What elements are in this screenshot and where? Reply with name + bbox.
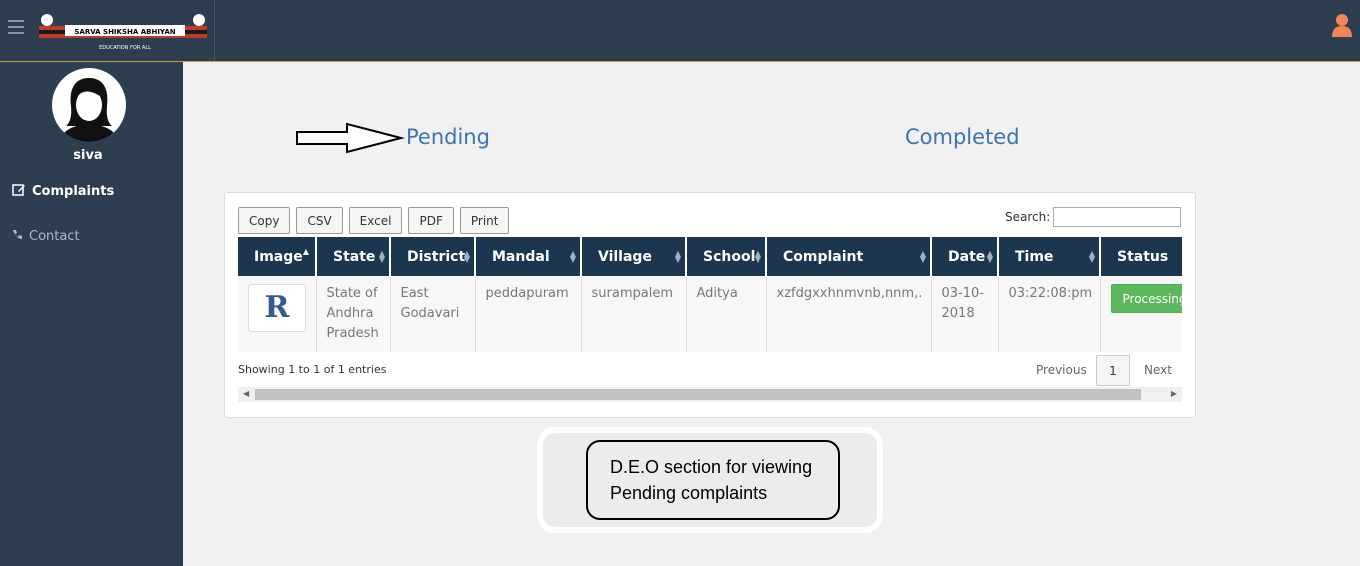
page-1-button[interactable]: 1 — [1096, 355, 1130, 386]
column-header-complaint[interactable]: Complaint ▲ ▼ — [766, 237, 932, 276]
tab-pending[interactable]: Pending — [406, 125, 490, 149]
annotation-callout: D.E.O section for viewing Pending compla… — [537, 427, 883, 533]
copy-button[interactable]: Copy — [238, 207, 291, 234]
column-header-village[interactable]: Village ▲ ▼ — [581, 237, 687, 276]
sort-asc-icon: ▲ — [302, 247, 309, 256]
column-header-date[interactable]: Date ▲ ▼ — [931, 237, 999, 276]
cell-time: 03:22:08:pm — [998, 276, 1101, 352]
annotation-box: D.E.O section for viewing Pending compla… — [586, 440, 840, 520]
tab-completed[interactable]: Completed — [905, 125, 1020, 149]
complaint-thumbnail[interactable]: R — [248, 284, 306, 332]
column-header-district[interactable]: District ▲ ▼ — [390, 237, 476, 276]
scroll-right-icon[interactable]: ▶ — [1171, 389, 1177, 398]
sort-icon: ▲ ▼ — [674, 249, 681, 264]
status-button[interactable]: Processing — [1110, 284, 1182, 313]
username: siva — [73, 148, 103, 163]
menu-toggle-icon[interactable] — [8, 20, 24, 34]
pdf-button[interactable]: PDF — [408, 207, 454, 234]
avatar — [52, 68, 126, 142]
sort-icon: ▲ ▼ — [986, 249, 993, 264]
sidebar-item-complaints[interactable]: Complaints — [12, 183, 114, 200]
previous-page-button[interactable]: Previous — [1036, 363, 1087, 377]
sidebar-item-label: Complaints — [32, 184, 115, 199]
column-header-image[interactable]: Image ▲ — [238, 237, 317, 276]
complaints-table: Image ▲ State ▲ ▼ District ▲ ▼ Mandal ▲ ▼ Villa… — [238, 237, 1182, 352]
user-icon[interactable] — [1332, 13, 1352, 41]
next-page-button[interactable]: Next — [1144, 363, 1172, 377]
search-input[interactable] — [1053, 207, 1181, 227]
logo-tagline: EDUCATION FOR ALL — [99, 45, 151, 51]
top-header: SARVA SHIKSHA ABHIYAN EDUCATION FOR ALL — [0, 0, 1360, 62]
complaints-panel: Copy CSV Excel PDF Print Search: Image ▲ … — [224, 192, 1196, 418]
annotation-line-1: D.E.O section for viewing — [610, 457, 813, 477]
sidebar-item-contact[interactable]: Contact — [12, 229, 80, 244]
cell-mandal: peddapuram — [475, 276, 582, 352]
phone-icon — [12, 229, 23, 244]
column-header-school[interactable]: School ▲ ▼ — [686, 237, 767, 276]
excel-button[interactable]: Excel — [348, 207, 403, 234]
search-label: Search: — [1005, 210, 1051, 224]
cell-state: State of Andhra Pradesh — [316, 276, 391, 352]
thumbnail-letter: R — [264, 290, 290, 325]
sort-icon: ▲ ▼ — [463, 249, 470, 264]
column-header-state[interactable]: State ▲ ▼ — [316, 237, 391, 276]
annotation-line-2: Pending complaints — [610, 483, 768, 503]
cell-complaint: xzfdgxxhnmvnb,nnm,. — [766, 276, 932, 352]
sidebar-item-label: Contact — [29, 229, 80, 244]
export-buttons: Copy CSV Excel PDF Print — [238, 207, 510, 234]
table-row: R State of Andhra Pradesh East Godavari … — [238, 276, 1182, 352]
sort-icon: ▲ ▼ — [754, 249, 761, 264]
cell-status: Processing — [1100, 276, 1182, 352]
sort-icon: ▲ ▼ — [378, 249, 385, 264]
cell-village: surampalem — [581, 276, 687, 352]
print-button[interactable]: Print — [459, 207, 510, 234]
cell-district: East Godavari — [390, 276, 476, 352]
column-header-mandal[interactable]: Mandal ▲ ▼ — [475, 237, 582, 276]
table-info: Showing 1 to 1 of 1 entries — [238, 363, 387, 376]
sort-icon: ▲ ▼ — [569, 249, 576, 264]
column-header-time[interactable]: Time ▲ ▼ — [998, 237, 1101, 276]
annotation-arrow-icon — [296, 122, 405, 154]
cell-school: Aditya — [686, 276, 767, 352]
cell-image: R — [238, 276, 317, 352]
horizontal-scrollbar[interactable]: ◀ ▶ — [238, 387, 1182, 402]
cell-date: 03-10-2018 — [931, 276, 999, 352]
column-header-status[interactable]: Status — [1100, 237, 1182, 276]
sidebar: siva Complaints Contact — [0, 62, 183, 566]
logo[interactable]: SARVA SHIKSHA ABHIYAN EDUCATION FOR ALL — [31, 0, 215, 61]
edit-icon — [12, 183, 26, 200]
csv-button[interactable]: CSV — [296, 207, 343, 234]
sort-icon: ▲ ▼ — [1088, 249, 1095, 264]
scroll-left-icon[interactable]: ◀ — [243, 389, 249, 398]
logo-text: SARVA SHIKSHA ABHIYAN — [74, 28, 175, 36]
scrollbar-thumb[interactable] — [255, 389, 1141, 400]
complaints-table-wrapper: Image ▲ State ▲ ▼ District ▲ ▼ Mandal ▲ ▼ Villa… — [238, 237, 1182, 352]
sort-icon: ▲ ▼ — [919, 249, 926, 264]
